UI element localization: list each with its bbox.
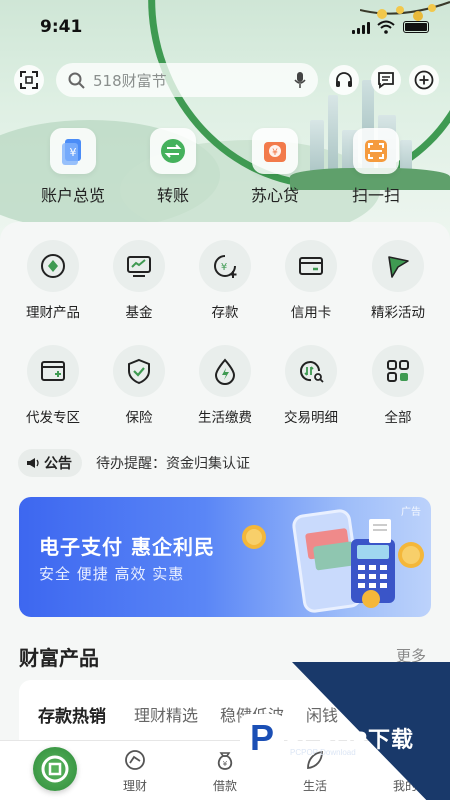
service-wealth-products[interactable]: 理财产品: [11, 240, 95, 321]
scan-frame-icon: [20, 71, 38, 89]
nav-label: 理财: [122, 779, 147, 793]
quick-action-label: 扫一扫: [351, 186, 400, 205]
service-fund[interactable]: 基金: [97, 240, 181, 321]
service-icon-circle: [27, 345, 79, 397]
fund-chart-icon: [127, 256, 151, 277]
nav-wealth[interactable]: 理财: [105, 749, 165, 794]
service-icon-circle: [285, 240, 337, 292]
headset-icon: [336, 72, 352, 87]
service-icon-circle: [199, 345, 251, 397]
svg-text:¥: ¥: [223, 760, 228, 768]
service-insurance[interactable]: 保险: [97, 345, 181, 426]
transaction-search-icon: [300, 361, 324, 383]
status-time: 9:41: [40, 17, 83, 37]
flag-icon: [388, 256, 409, 278]
quick-action-account-overview[interactable]: ¥ 账户总览: [23, 128, 123, 206]
search-placeholder: 518财富节: [93, 71, 167, 90]
svg-text:¥: ¥: [70, 146, 77, 159]
service-deposit[interactable]: ¥ 存款: [183, 240, 267, 321]
search-input[interactable]: 518财富节: [56, 63, 318, 97]
service-all[interactable]: 全部: [356, 345, 440, 426]
message-icon: [378, 72, 394, 89]
service-activities[interactable]: 精彩活动: [356, 240, 440, 321]
battery-icon: [403, 21, 429, 33]
drop-bolt-icon: [214, 358, 236, 385]
service-icon-circle: ¥: [199, 240, 251, 292]
payroll-icon: [41, 361, 65, 381]
search-icon: [68, 72, 85, 89]
top-bar: 518财富节: [0, 62, 450, 98]
customer-service-button[interactable]: [329, 65, 359, 95]
plus-circle-icon: [414, 70, 434, 90]
wealth-section-title: 财富产品: [19, 646, 99, 670]
quick-action-label: 账户总览: [40, 186, 105, 205]
service-icon-circle: [372, 345, 424, 397]
quick-action-label: 转账: [156, 186, 189, 205]
service-icon-circle: [372, 240, 424, 292]
svg-text:¥: ¥: [272, 148, 278, 158]
watermark: P PCPOP下载 PCPOP Download: [240, 712, 450, 792]
watermark-subtitle: PCPOP Download: [290, 748, 356, 757]
credit-card-icon: [299, 257, 323, 275]
deposit-icon: ¥: [214, 255, 237, 278]
quick-action-tile: [353, 128, 399, 174]
service-utility-payment[interactable]: 生活缴费: [183, 345, 267, 426]
service-icon-circle: [113, 345, 165, 397]
tab-deposit-hot[interactable]: 存款热销: [38, 702, 106, 727]
diamond-icon: [41, 254, 65, 278]
service-label: 精彩活动: [371, 305, 425, 321]
payment-illustration: [242, 509, 424, 613]
banner-subtitle: 安全 便捷 高效 实惠: [39, 565, 185, 583]
quick-action-tile: [150, 128, 196, 174]
loan-bag-icon: ¥: [217, 752, 233, 770]
scan-frame-button[interactable]: [14, 65, 44, 95]
service-transactions[interactable]: 交易明细: [269, 345, 353, 426]
account-overview-icon: ¥: [62, 139, 81, 165]
promo-banner[interactable]: 广告 电子支付 惠企利民 安全 便捷 高效 实惠: [19, 497, 431, 617]
service-label: 交易明细: [284, 410, 338, 426]
service-label: 生活缴费: [198, 410, 252, 426]
quick-action-tile: ¥: [50, 128, 96, 174]
banner-title: 电子支付 惠企利民: [39, 535, 215, 559]
wifi-icon: [377, 20, 395, 34]
microphone-icon[interactable]: [294, 71, 306, 89]
service-icon-circle: [285, 345, 337, 397]
cellular-signal-icon: [352, 22, 370, 34]
quick-action-tile: ¥: [252, 128, 298, 174]
add-button[interactable]: [409, 65, 439, 95]
notice-badge: 公告: [18, 449, 82, 477]
notice-bar[interactable]: 公告 待办提醒：资金归集认证: [18, 448, 250, 478]
scan-icon: [365, 140, 387, 162]
service-payroll[interactable]: 代发专区: [11, 345, 95, 426]
transfer-icon: [161, 139, 185, 163]
notice-text: 待办提醒：资金归集认证: [96, 456, 250, 472]
quick-action-label: 苏心贷: [250, 186, 299, 205]
service-label: 代发专区: [26, 410, 80, 426]
notice-badge-label: 公告: [44, 456, 72, 472]
loan-icon: ¥: [264, 142, 286, 162]
service-icon-circle: [27, 240, 79, 292]
tab-wealth-selection[interactable]: 理财精选: [134, 702, 198, 726]
svg-text:¥: ¥: [221, 262, 227, 273]
service-label: 全部: [384, 410, 412, 426]
service-icon-circle: [113, 240, 165, 292]
megaphone-icon: [27, 458, 39, 468]
nav-home[interactable]: [33, 747, 77, 791]
quick-action-transfer[interactable]: 转账: [123, 128, 223, 206]
status-bar: 9:41: [0, 0, 450, 56]
quick-action-scan[interactable]: 扫一扫: [326, 128, 426, 206]
home-coin-icon: [41, 755, 69, 783]
grid-icon: [387, 360, 409, 382]
quick-action-loan[interactable]: ¥ 苏心贷: [225, 128, 325, 206]
service-label: 理财产品: [26, 305, 80, 321]
service-label: 保险: [125, 410, 153, 426]
messages-button[interactable]: [371, 65, 401, 95]
service-credit-card[interactable]: 信用卡: [269, 240, 353, 321]
shield-icon: [128, 358, 150, 385]
service-label: 存款: [211, 305, 239, 321]
watermark-logo: P: [240, 714, 284, 762]
service-label: 基金: [125, 305, 153, 321]
wealth-icon: [125, 750, 145, 770]
service-label: 信用卡: [290, 305, 332, 321]
